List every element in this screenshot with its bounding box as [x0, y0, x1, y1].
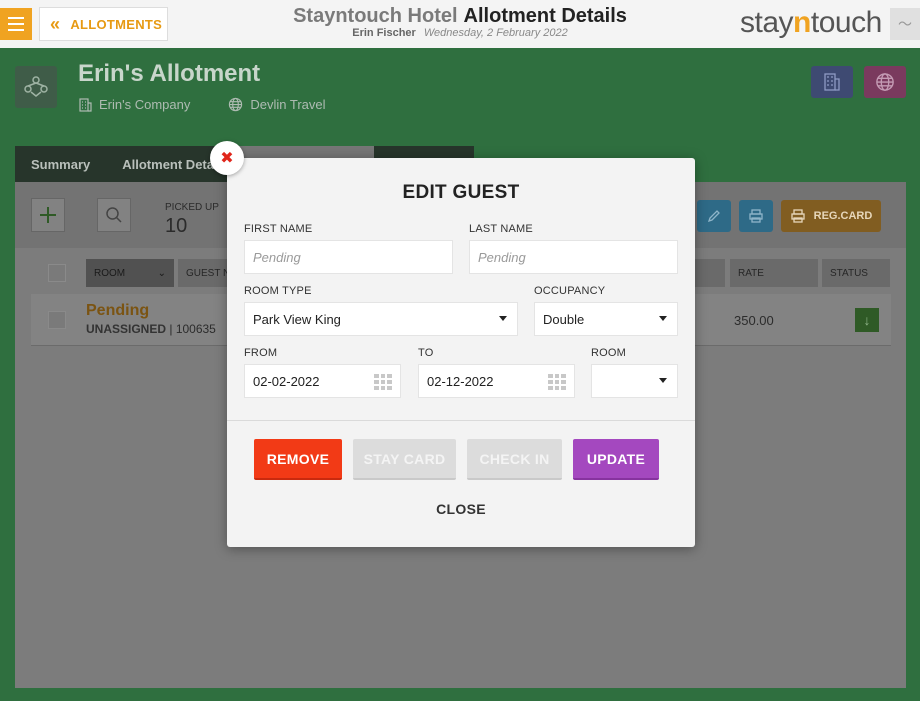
first-name-label: FIRST NAME	[244, 223, 313, 235]
check-in-button[interactable]: CHECK IN	[467, 439, 562, 480]
print-button[interactable]	[739, 200, 773, 232]
from-date-input[interactable]: 02-02-2022	[244, 364, 401, 398]
chevron-down-icon: ⌄	[157, 267, 166, 279]
last-name-label: LAST NAME	[469, 223, 533, 235]
picked-up-counter: PICKED UP 10	[165, 202, 219, 237]
first-name-input[interactable]: Pending	[244, 240, 453, 274]
add-reservation-button[interactable]	[31, 198, 65, 232]
allotment-group-icon	[15, 66, 57, 108]
occupancy-label: OCCUPANCY	[534, 285, 606, 297]
caret-down-icon	[659, 316, 667, 321]
hotel-name: Stayntouch Hotel	[293, 5, 458, 27]
room-label: ROOM	[591, 347, 627, 359]
caret-down-icon	[499, 316, 507, 321]
update-button[interactable]: UPDATE	[573, 439, 659, 480]
modal-divider	[227, 420, 695, 421]
from-label: FROM	[244, 347, 278, 359]
globe-icon	[229, 97, 243, 112]
status-column-header[interactable]: STATUS	[822, 259, 890, 287]
room-column-header[interactable]: ROOM ⌄	[86, 259, 174, 287]
occupancy-select[interactable]: Double	[534, 302, 678, 336]
to-label: TO	[418, 347, 434, 359]
travel-agent-globe-button[interactable]	[864, 66, 906, 98]
room-type-label: ROOM TYPE	[244, 285, 312, 297]
arrow-down-icon[interactable]: ↓	[855, 308, 879, 332]
edit-button[interactable]	[697, 200, 731, 232]
reg-card-button[interactable]: REG.CARD	[781, 200, 881, 232]
building-icon	[79, 97, 92, 112]
column-header-spacer	[695, 259, 725, 287]
guest-name[interactable]: Pending	[86, 302, 149, 320]
picked-up-value: 10	[165, 215, 188, 237]
stay-card-button[interactable]: STAY CARD	[353, 439, 456, 480]
stayntouch-logo: stayntouch	[740, 6, 882, 39]
remove-button[interactable]: REMOVE	[254, 439, 342, 480]
globe-icon	[876, 73, 894, 91]
room-assignment: UNASSIGNED | 100635	[86, 322, 216, 336]
page-heading: Allotment Details	[463, 5, 627, 27]
edit-guest-modal: EDIT GUEST FIRST NAME Pending LAST NAME …	[227, 158, 695, 547]
tab-summary[interactable]: Summary	[15, 146, 107, 182]
pencil-icon	[707, 210, 720, 223]
search-button[interactable]	[97, 198, 131, 232]
printer-icon	[791, 209, 805, 223]
printer-icon	[749, 209, 763, 223]
hotel-building-button[interactable]	[811, 66, 853, 98]
room-select[interactable]	[591, 364, 678, 398]
rate-value: 350.00	[734, 313, 774, 328]
activity-icon[interactable]: 〜	[890, 8, 920, 40]
travel-agent-link[interactable]: Devlin Travel	[228, 97, 326, 112]
top-header: « ALLOTMENTS Stayntouch Hotel Allotment D…	[0, 0, 920, 48]
room-type-select[interactable]: Park View King	[244, 302, 518, 336]
caret-down-icon	[659, 378, 667, 383]
plus-icon	[40, 207, 56, 223]
modal-title: EDIT GUEST	[402, 182, 520, 203]
building-icon	[824, 73, 840, 91]
close-button[interactable]: CLOSE	[227, 501, 695, 517]
row-checkbox[interactable]	[48, 311, 66, 329]
business-date: Wednesday, 2 February 2022	[423, 27, 568, 39]
allotment-meta: Erin's Company Devlin Travel	[78, 97, 326, 112]
to-date-input[interactable]: 02-12-2022	[418, 364, 575, 398]
calendar-icon	[374, 374, 392, 390]
allotment-name: Erin's Allotment	[78, 60, 261, 87]
close-modal-icon[interactable]: ✖	[210, 141, 244, 175]
last-name-input[interactable]: Pending	[469, 240, 678, 274]
search-icon	[106, 207, 122, 223]
select-all-checkbox[interactable]	[48, 264, 66, 282]
rate-column-header[interactable]: RATE	[730, 259, 818, 287]
company-link[interactable]: Erin's Company	[78, 97, 190, 112]
user-name: Erin Fischer	[352, 27, 416, 39]
calendar-icon	[548, 374, 566, 390]
